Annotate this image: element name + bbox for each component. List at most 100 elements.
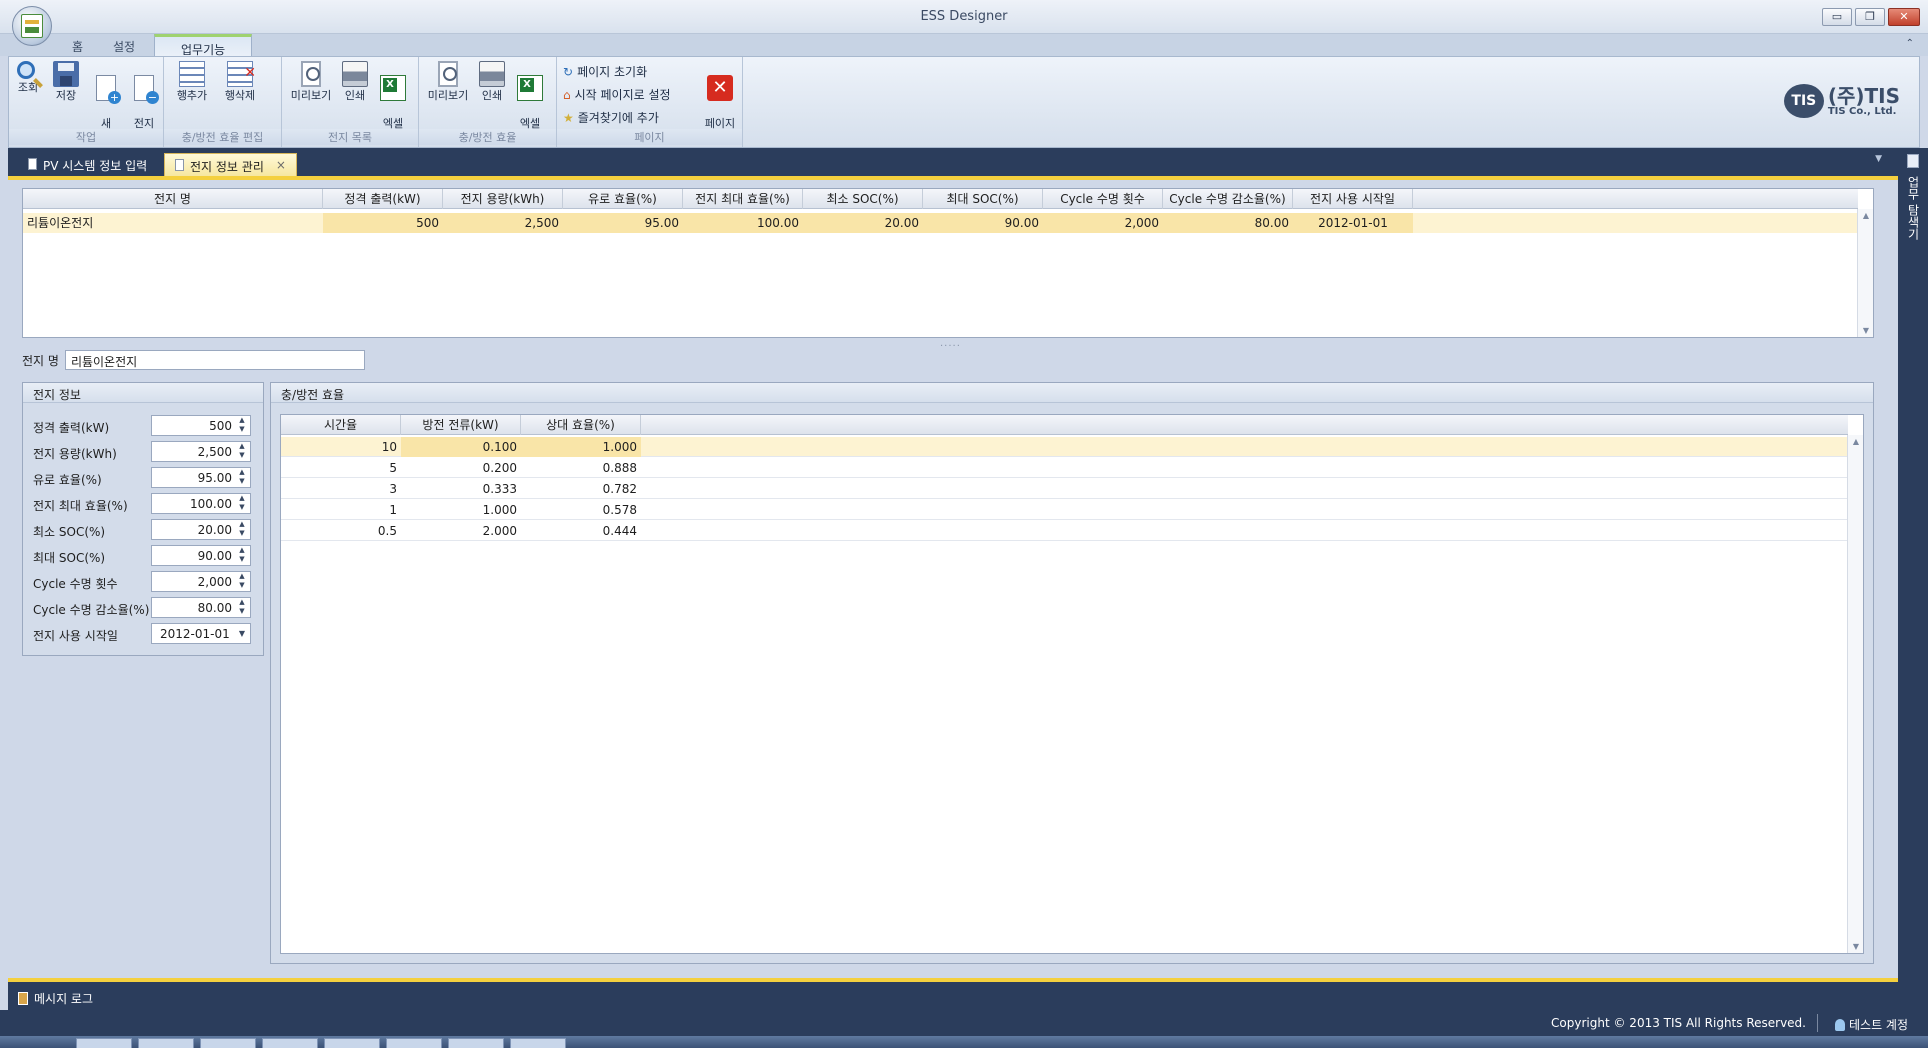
column-header[interactable]: 전지 사용 시작일 xyxy=(1293,189,1413,209)
column-header[interactable]: 최소 SOC(%) xyxy=(803,189,923,209)
table-cell: 90.00 xyxy=(923,213,1043,233)
column-header[interactable]: Cycle 수명 횟수 xyxy=(1043,189,1163,209)
cycle-count-spinner[interactable]: 2,000 ▲ ▼ xyxy=(151,571,251,592)
column-header[interactable]: 전지 최대 효율(%) xyxy=(683,189,803,209)
spinner-arrows-icon[interactable]: ▲ ▼ xyxy=(236,494,248,512)
scroll-down-icon[interactable]: ▼ xyxy=(1848,942,1864,951)
save-button[interactable]: 저장 xyxy=(51,61,81,103)
table-row[interactable]: 5 0.200 0.888 xyxy=(281,458,1848,478)
close-window-button[interactable]: ✕ xyxy=(1888,8,1920,26)
table-cell: 0.100 xyxy=(401,437,521,457)
set-start-page-button[interactable]: ⌂ 시작 페이지로 설정 xyxy=(563,86,671,103)
column-header[interactable]: 유로 효율(%) xyxy=(563,189,683,209)
grid-header: 전지 명 정격 출력(kW) 전지 용량(kWh) 유로 효율(%) 전지 최대… xyxy=(23,189,1858,209)
tab-list-dropdown-icon[interactable]: ▼ xyxy=(1875,154,1882,164)
max-efficiency-spinner[interactable]: 100.00 ▲ ▼ xyxy=(151,493,251,514)
column-header[interactable]: 전지 명 xyxy=(23,189,323,209)
home-icon: ⌂ xyxy=(563,87,571,102)
spinner-arrows-icon[interactable]: ▲ ▼ xyxy=(236,520,248,538)
preview-button[interactable]: 미리보기 xyxy=(425,61,471,103)
scroll-down-icon[interactable]: ▼ xyxy=(1858,326,1874,335)
table-row[interactable]: 리튬이온전지 500 2,500 95.00 100.00 20.00 90.0… xyxy=(23,213,1858,233)
chevron-down-icon[interactable]: ▼ xyxy=(236,629,248,638)
start-date-picker[interactable]: 2012-01-01 ▼ xyxy=(151,623,251,644)
field-label: 최소 SOC(%) xyxy=(33,525,106,539)
copyright-text: Copyright © 2013 TIS All Rights Reserved… xyxy=(1551,1016,1806,1030)
table-cell: 20.00 xyxy=(803,213,923,233)
table-row[interactable]: 0.5 2.000 0.444 xyxy=(281,521,1848,541)
search-button[interactable]: 조회 xyxy=(13,61,43,95)
side-panel-label[interactable]: 업무 탐색기 xyxy=(1904,176,1922,240)
column-header[interactable]: 전지 용량(kWh) xyxy=(443,189,563,209)
restore-button[interactable]: ❐ xyxy=(1855,8,1885,26)
ribbon-collapse-icon[interactable]: ⌃ xyxy=(1906,38,1914,49)
page-reset-button[interactable]: ↻ 페이지 초기화 xyxy=(563,63,647,80)
column-header[interactable]: 시간율 xyxy=(281,415,401,435)
tab-home[interactable]: 홈 xyxy=(72,38,83,55)
add-favorite-button[interactable]: ★ 즐겨찾기에 추가 xyxy=(563,109,659,126)
minimize-button[interactable]: ▭ xyxy=(1822,8,1852,26)
spinner-arrows-icon[interactable]: ▲ ▼ xyxy=(236,442,248,460)
app-menu-button[interactable] xyxy=(12,6,52,46)
tab-close-icon[interactable]: × xyxy=(276,158,286,176)
capacity-spinner[interactable]: 2,500 ▲ ▼ xyxy=(151,441,251,462)
taskbar-item[interactable] xyxy=(200,1038,256,1048)
taskbar-item[interactable] xyxy=(324,1038,380,1048)
column-header[interactable]: 상대 효율(%) xyxy=(521,415,641,435)
status-bar: Copyright © 2013 TIS All Rights Reserved… xyxy=(0,1010,1928,1036)
message-log-label: 메시지 로그 xyxy=(34,992,94,1006)
vertical-scrollbar[interactable]: ▲ ▼ xyxy=(1847,435,1863,953)
table-row[interactable]: 10 0.100 1.000 xyxy=(281,437,1848,457)
battery-name-input[interactable]: 리튬이온전지 xyxy=(64,350,365,370)
ribbon-group-label: 충/방전 효율 편집 xyxy=(164,129,281,145)
table-cell: 3 xyxy=(389,482,397,496)
taskbar-item[interactable] xyxy=(138,1038,194,1048)
taskbar-item[interactable] xyxy=(510,1038,566,1048)
taskbar-item[interactable] xyxy=(262,1038,318,1048)
doc-tab-pv-system[interactable]: PV 시스템 정보 입력 xyxy=(18,153,157,176)
preview-icon xyxy=(438,61,458,87)
print-button[interactable]: 인쇄 xyxy=(340,61,370,103)
efficiency-spinner[interactable]: 95.00 ▲ ▼ xyxy=(151,467,251,488)
vertical-scrollbar[interactable]: ▲ ▼ xyxy=(1857,209,1873,337)
table-cell: 0.578 xyxy=(602,503,637,517)
table-row[interactable]: 1 1.000 0.578 xyxy=(281,500,1848,520)
navigator-icon xyxy=(1907,154,1919,168)
battery-name-row: 전지 명 리튬이온전지 xyxy=(22,350,365,370)
rated-output-spinner[interactable]: 500 ▲ ▼ xyxy=(151,415,251,436)
cycle-decay-spinner[interactable]: 80.00 ▲ ▼ xyxy=(151,597,251,618)
table-row[interactable]: 3 0.333 0.782 xyxy=(281,479,1848,499)
scroll-up-icon[interactable]: ▲ xyxy=(1848,437,1864,446)
delete-row-button[interactable]: 행삭제 xyxy=(220,61,260,103)
battery-info-panel: 전지 정보 정격 출력(kW) 500 ▲ ▼ 전지 용량(kWh) 2,500 ▲ ▼… xyxy=(22,382,264,656)
account-indicator[interactable]: 테스트 계정 xyxy=(1834,1016,1908,1033)
print-button[interactable]: 인쇄 xyxy=(477,61,507,103)
tab-business[interactable]: 업무기능 xyxy=(154,34,253,57)
column-header[interactable]: 정격 출력(kW) xyxy=(323,189,443,209)
excel-icon xyxy=(380,75,406,101)
spinner-arrows-icon[interactable]: ▲ ▼ xyxy=(236,416,248,434)
excel-icon xyxy=(517,75,543,101)
splitter-handle[interactable]: ..... xyxy=(940,338,961,349)
doc-tab-battery-info[interactable]: 전지 정보 관리 × xyxy=(164,153,297,176)
max-soc-spinner[interactable]: 90.00 ▲ ▼ xyxy=(151,545,251,566)
message-log-tab[interactable]: 메시지 로그 xyxy=(18,990,93,1007)
spinner-arrows-icon[interactable]: ▲ ▼ xyxy=(236,598,248,616)
min-soc-spinner[interactable]: 20.00 ▲ ▼ xyxy=(151,519,251,540)
taskbar-item[interactable] xyxy=(386,1038,442,1048)
spinner-arrows-icon[interactable]: ▲ ▼ xyxy=(236,546,248,564)
add-row-button[interactable]: 행추가 xyxy=(172,61,212,103)
preview-button[interactable]: 미리보기 xyxy=(288,61,334,103)
column-header[interactable]: 최대 SOC(%) xyxy=(923,189,1043,209)
field-rated-output: 정격 출력(kW) 500 ▲ ▼ xyxy=(33,415,253,437)
column-header[interactable]: Cycle 수명 감소율(%) xyxy=(1163,189,1293,209)
scroll-up-icon[interactable]: ▲ xyxy=(1858,211,1874,220)
field-max-efficiency: 전지 최대 효율(%) 100.00 ▲ ▼ xyxy=(33,493,253,515)
column-header[interactable]: 방전 전류(kW) xyxy=(401,415,521,435)
spinner-arrows-icon[interactable]: ▲ ▼ xyxy=(236,572,248,590)
tab-settings[interactable]: 설정 xyxy=(113,38,135,55)
taskbar-item[interactable] xyxy=(76,1038,132,1048)
table-cell: 0.782 xyxy=(602,482,637,496)
taskbar-item[interactable] xyxy=(448,1038,504,1048)
spinner-arrows-icon[interactable]: ▲ ▼ xyxy=(236,468,248,486)
